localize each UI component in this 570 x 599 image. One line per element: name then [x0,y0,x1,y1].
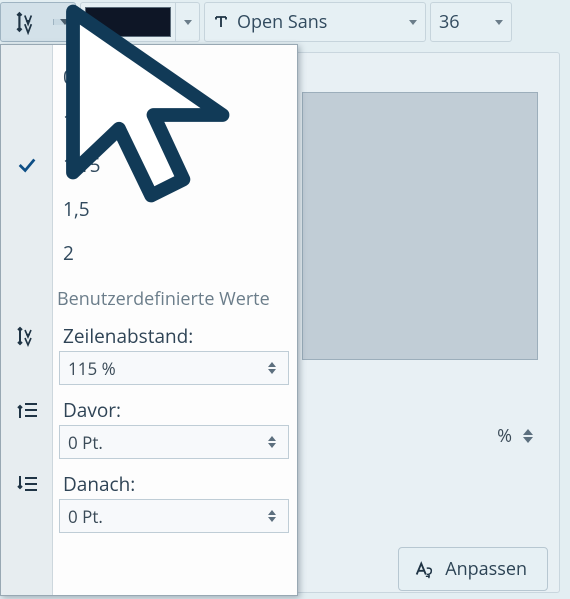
space-before-field-icon-slot [1,398,53,422]
space-after-field-icon-slot [1,472,53,496]
spinner-up-icon[interactable] [268,436,276,441]
spinner-down-icon[interactable] [268,517,276,522]
spinner-buttons[interactable] [262,510,282,522]
line-spacing-option[interactable]: 0,85 [1,55,297,99]
spinner-up-icon[interactable] [523,429,533,435]
spinner-down-icon[interactable] [268,369,276,374]
line-spacing-field-row: Zeilenabstand: [1,323,297,349]
line-spacing-option[interactable]: 1,15 [1,143,297,187]
font-size-value: 36 [439,10,495,34]
panel-value-spinner[interactable]: % [302,420,538,452]
line-spacing-field-icon-slot [1,324,53,348]
space-before-field-label: Davor: [53,397,121,423]
option-check-slot [1,154,53,176]
option-label: 1,5 [53,196,90,222]
font-color-split-button[interactable] [80,2,200,42]
line-spacing-option[interactable]: 1,5 [1,187,297,231]
spinner-down-icon[interactable] [268,443,276,448]
text-effects-icon [413,558,435,580]
chevron-down-icon [60,19,70,25]
check-icon [16,154,38,176]
line-spacing-field-value: 115 % [68,357,262,380]
chevron-down-icon [409,20,417,25]
space-after-field-spinner[interactable]: 0 Pt. [59,499,289,533]
panel-spinner-row: % [302,420,538,452]
space-after-icon [15,472,39,496]
line-spacing-icon [15,324,39,348]
option-label: 1,15 [53,152,101,178]
font-family-value: Open Sans [237,10,403,34]
style-preview [302,92,538,360]
spinner-buttons[interactable] [262,436,282,448]
chevron-down-icon [184,20,192,25]
custom-values-header: Benutzerdefinierte Werte [1,283,297,321]
space-before-field-spinner[interactable]: 0 Pt. [59,425,289,459]
toolbar: Open Sans 36 [0,0,570,44]
spinner-up-icon[interactable] [268,362,276,367]
anpassen-button[interactable]: Anpassen [398,547,548,591]
panel-spinner-buttons[interactable] [518,429,538,443]
space-before-field-row: Davor: [1,397,297,423]
anpassen-label: Anpassen [445,557,527,581]
line-spacing-dropdown-toggle[interactable] [53,19,75,25]
font-icon [211,12,231,32]
line-spacing-menu: 0,85 1 1,15 1,5 2 Benutzerdefinierte WerteZei… [0,44,298,596]
line-spacing-button[interactable] [1,9,53,35]
line-spacing-option[interactable]: 1 [1,99,297,143]
font-family-select[interactable]: Open Sans [204,2,426,42]
spinner-up-icon[interactable] [268,510,276,515]
panel-spinner-unit: % [497,424,512,448]
space-after-field-label: Danach: [53,471,135,497]
space-after-field-value: 0 Pt. [68,505,262,528]
line-spacing-field-spinner[interactable]: 115 % [59,351,289,385]
font-size-select[interactable]: 36 [430,2,512,42]
option-label: 0,85 [53,64,101,90]
line-spacing-split-button[interactable] [0,2,76,42]
option-label: 1 [53,108,74,134]
space-before-field-value: 0 Pt. [68,431,262,454]
line-spacing-icon [14,9,40,35]
space-after-field-row: Danach: [1,471,297,497]
font-color-dropdown-toggle[interactable] [175,3,199,41]
font-color-swatch[interactable] [85,7,171,37]
line-spacing-field-label: Zeilenabstand: [53,323,193,349]
space-before-icon [15,398,39,422]
spinner-down-icon[interactable] [523,437,533,443]
chevron-down-icon [495,20,503,25]
line-spacing-option[interactable]: 2 [1,231,297,275]
line-spacing-options: 0,85 1 1,15 1,5 2 Benutzerdefinierte WerteZei… [1,45,297,545]
spinner-buttons[interactable] [262,362,282,374]
option-label: 2 [53,240,74,266]
